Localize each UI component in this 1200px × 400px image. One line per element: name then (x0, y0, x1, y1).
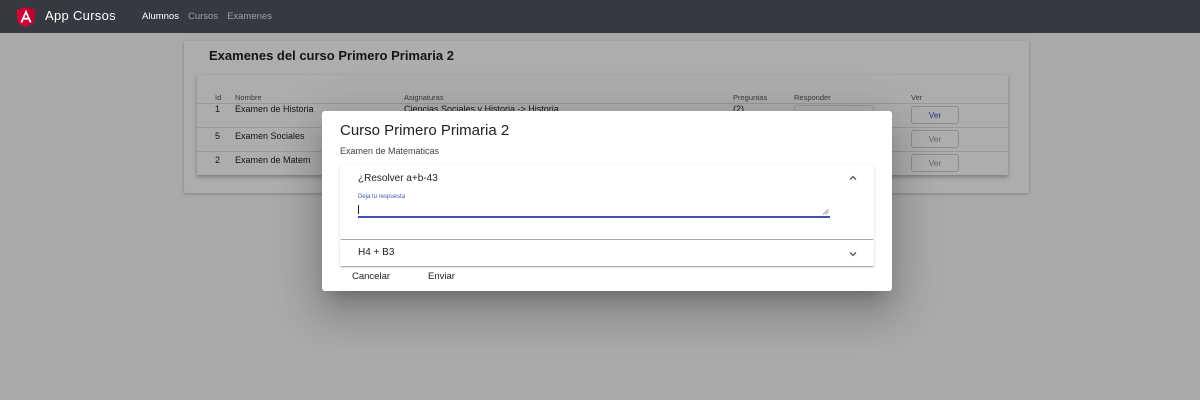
dialog-actions: Cancelar Enviar (340, 268, 467, 285)
text-caret (358, 205, 359, 214)
cancel-button[interactable]: Cancelar (340, 268, 402, 285)
answer-field-label: Deja tu respuesta (358, 194, 406, 200)
nav-link-alumnos[interactable]: Alumnos (142, 11, 179, 22)
nav-link-cursos[interactable]: Cursos (188, 11, 218, 22)
question-panel-expanded: ¿Resolver a+b-43 Deja tu respuesta (340, 164, 874, 239)
chevron-down-icon[interactable] (848, 249, 858, 259)
dialog-subtitle: Examen de Matematicas (340, 146, 440, 156)
dialog-title: Curso Primero Primaria 2 (340, 122, 510, 139)
submit-button[interactable]: Enviar (416, 268, 467, 285)
navbar: App Cursos Alumnos Cursos Examenes (0, 0, 1200, 33)
exam-dialog: Curso Primero Primaria 2 Examen de Matem… (322, 111, 892, 291)
angular-logo-icon[interactable] (16, 7, 36, 27)
resize-handle-icon[interactable] (822, 208, 829, 215)
nav-link-examenes[interactable]: Examenes (227, 11, 272, 22)
answer-textarea[interactable] (358, 202, 830, 218)
question-panel-collapsed[interactable]: H4 + B3 (340, 240, 874, 266)
chevron-up-icon[interactable] (848, 173, 858, 183)
question-title[interactable]: H4 + B3 (358, 247, 394, 258)
question-title[interactable]: ¿Resolver a+b-43 (358, 173, 438, 184)
nav-links: Alumnos Cursos Examenes (142, 11, 272, 22)
brand-title[interactable]: App Cursos (45, 8, 116, 23)
